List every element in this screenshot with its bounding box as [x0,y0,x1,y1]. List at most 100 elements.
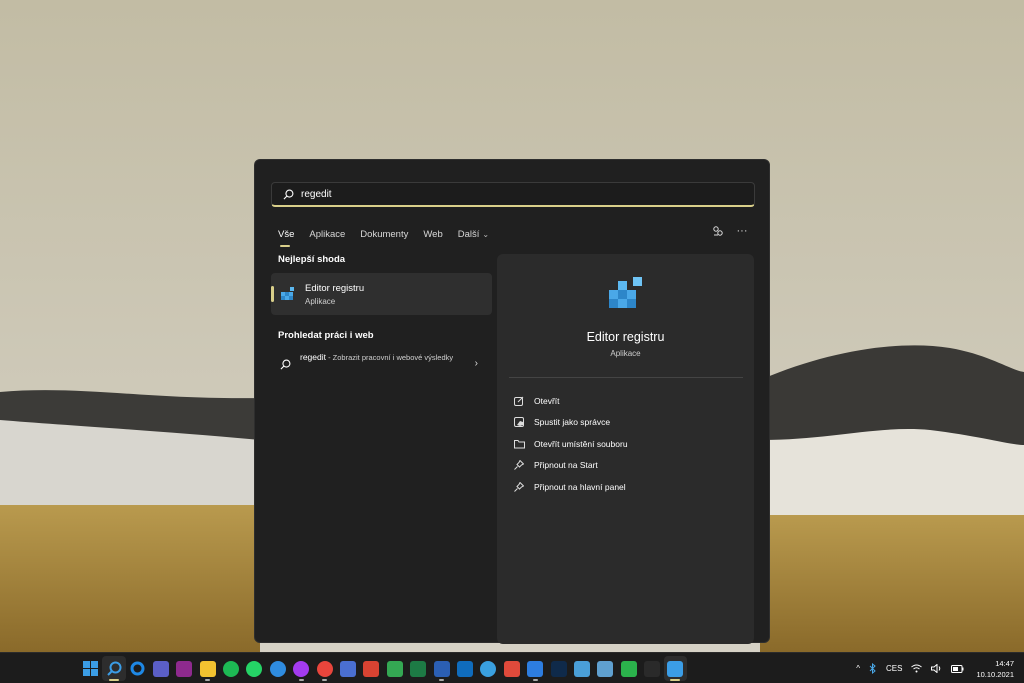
regedit-icon [667,660,684,677]
taskbar-start-button[interactable] [79,656,102,681]
start-icon [83,661,99,677]
running-indicator [670,679,681,681]
taskbar-photos-button[interactable] [594,656,617,681]
taskbar-regedit-button[interactable] [663,656,688,681]
taskbar-app-g-button[interactable] [173,656,196,681]
search-icon [280,357,292,370]
taskbar-todo-button[interactable] [523,656,546,681]
shield-icon [513,416,525,428]
tab-more[interactable]: Další ⌄ [458,229,489,240]
taskbar-cortana-button[interactable] [126,656,149,681]
file-explorer-icon [199,660,216,677]
results-list: Nejlepší shoda Editor registru Aplikace … [271,254,492,385]
whatsapp-icon [246,660,263,677]
tab-actions: ··· [703,222,751,240]
feedly-icon [620,660,637,677]
tab-all[interactable]: Vše [278,229,294,247]
app-g-icon [176,660,193,677]
search-input[interactable] [301,188,721,200]
taskbar-whatsapp-button[interactable] [243,656,266,681]
running-indicator [109,679,120,681]
spotify-icon [223,660,240,677]
search-panel: Vše Aplikace Dokumenty Web Další⌄ ··· Ne… [254,159,770,644]
chevron-down-icon: ⌄ [482,229,490,239]
photos-icon [597,660,614,677]
folder-icon [513,438,525,450]
taskbar-save-app-button[interactable] [336,656,359,681]
open-action[interactable]: Otevřít [513,390,628,412]
running-indicator [322,679,328,681]
pin-icon [513,481,525,493]
best-match-title: Nejlepší shoda [278,254,346,265]
outlook-icon [456,660,473,677]
taskbar-file-explorer-button[interactable] [196,656,219,681]
best-match-item[interactable]: Editor registru Aplikace [271,273,492,315]
cortana-icon [129,661,145,677]
pin-to-taskbar-action[interactable]: Připnout na hlavní panel [513,476,628,498]
taskbar-teams-button[interactable] [149,656,172,681]
best-match-name: Editor registru [305,282,365,294]
web-search-item[interactable]: regedit - Zobrazit pracovní i webové výs… [271,351,492,385]
more-options-button[interactable]: ··· [733,222,751,240]
share-icon[interactable] [709,222,727,240]
battery-icon[interactable] [951,664,964,673]
tab-web[interactable]: Web [423,229,442,240]
selection-indicator [271,286,274,302]
run-as-admin-action[interactable]: Spustit jako správce [513,412,628,434]
sync-app-icon [480,660,497,677]
web-search-description: - Zobrazit pracovní i webové výsledky [326,353,454,362]
running-indicator [205,679,211,681]
detail-app-name: Editor registru [586,330,665,344]
running-indicator [439,679,445,681]
taskbar-remote-desktop-button[interactable] [570,656,593,681]
divider [509,377,743,378]
taskbar-photoshop-button[interactable] [547,656,570,681]
open-file-location-action[interactable]: Otevřít umístění souboru [513,433,628,455]
date: 10.10.2021 [976,669,1014,679]
running-indicator [298,679,304,681]
taskbar-feedly-button[interactable] [617,656,640,681]
terminal-icon [644,660,661,677]
search-tabs: Vše Aplikace Dokumenty Web Další ⌄ [278,224,504,247]
headphones-app-icon [269,660,286,677]
taskbar-spotify-button[interactable] [219,656,242,681]
taskbar-gmail-button[interactable] [500,656,523,681]
taskbar-headphones-app-button[interactable] [266,656,289,681]
show-hidden-icons-chevron[interactable]: ^ [856,664,860,673]
taskbar-excel-button[interactable] [406,656,429,681]
chrome-icon [316,660,333,677]
taskbar-search-button[interactable] [102,656,126,681]
messenger-icon [293,660,310,677]
photoshop-icon [550,660,567,677]
open-icon [513,395,525,407]
search-box[interactable] [271,182,755,207]
language-indicator[interactable]: CES [886,664,902,673]
word-icon [433,660,450,677]
taskbar-google-drive-button[interactable] [383,656,406,681]
taskbar-apps [79,656,688,681]
taskbar-outlook-button[interactable] [453,656,476,681]
chevron-right-icon[interactable]: › [475,358,478,369]
search-icon [281,187,295,201]
pin-to-start-action[interactable]: Připnout na Start [513,455,628,477]
taskbar: ^ CES 14:47 10.10.2021 [0,652,1024,683]
taskbar-messenger-button[interactable] [290,656,313,681]
tab-documents[interactable]: Dokumenty [360,229,408,240]
tab-apps[interactable]: Aplikace [309,229,345,240]
taskbar-sync-app-button[interactable] [477,656,500,681]
ccleaner-icon [363,660,380,677]
bluetooth-icon[interactable] [869,663,877,674]
taskbar-chrome-button[interactable] [313,656,336,681]
todo-icon [527,660,544,677]
best-match-type: Aplikace [305,296,336,306]
detail-app-type: Aplikace [610,349,641,358]
wifi-icon[interactable] [911,664,923,673]
taskbar-terminal-button[interactable] [640,656,663,681]
excel-icon [410,660,427,677]
volume-icon[interactable] [931,664,942,673]
web-search-title: Prohledat práci i web [278,330,374,341]
clock[interactable]: 14:47 10.10.2021 [976,658,1014,680]
pin-icon [513,459,525,471]
taskbar-word-button[interactable] [430,656,453,681]
taskbar-ccleaner-button[interactable] [360,656,383,681]
